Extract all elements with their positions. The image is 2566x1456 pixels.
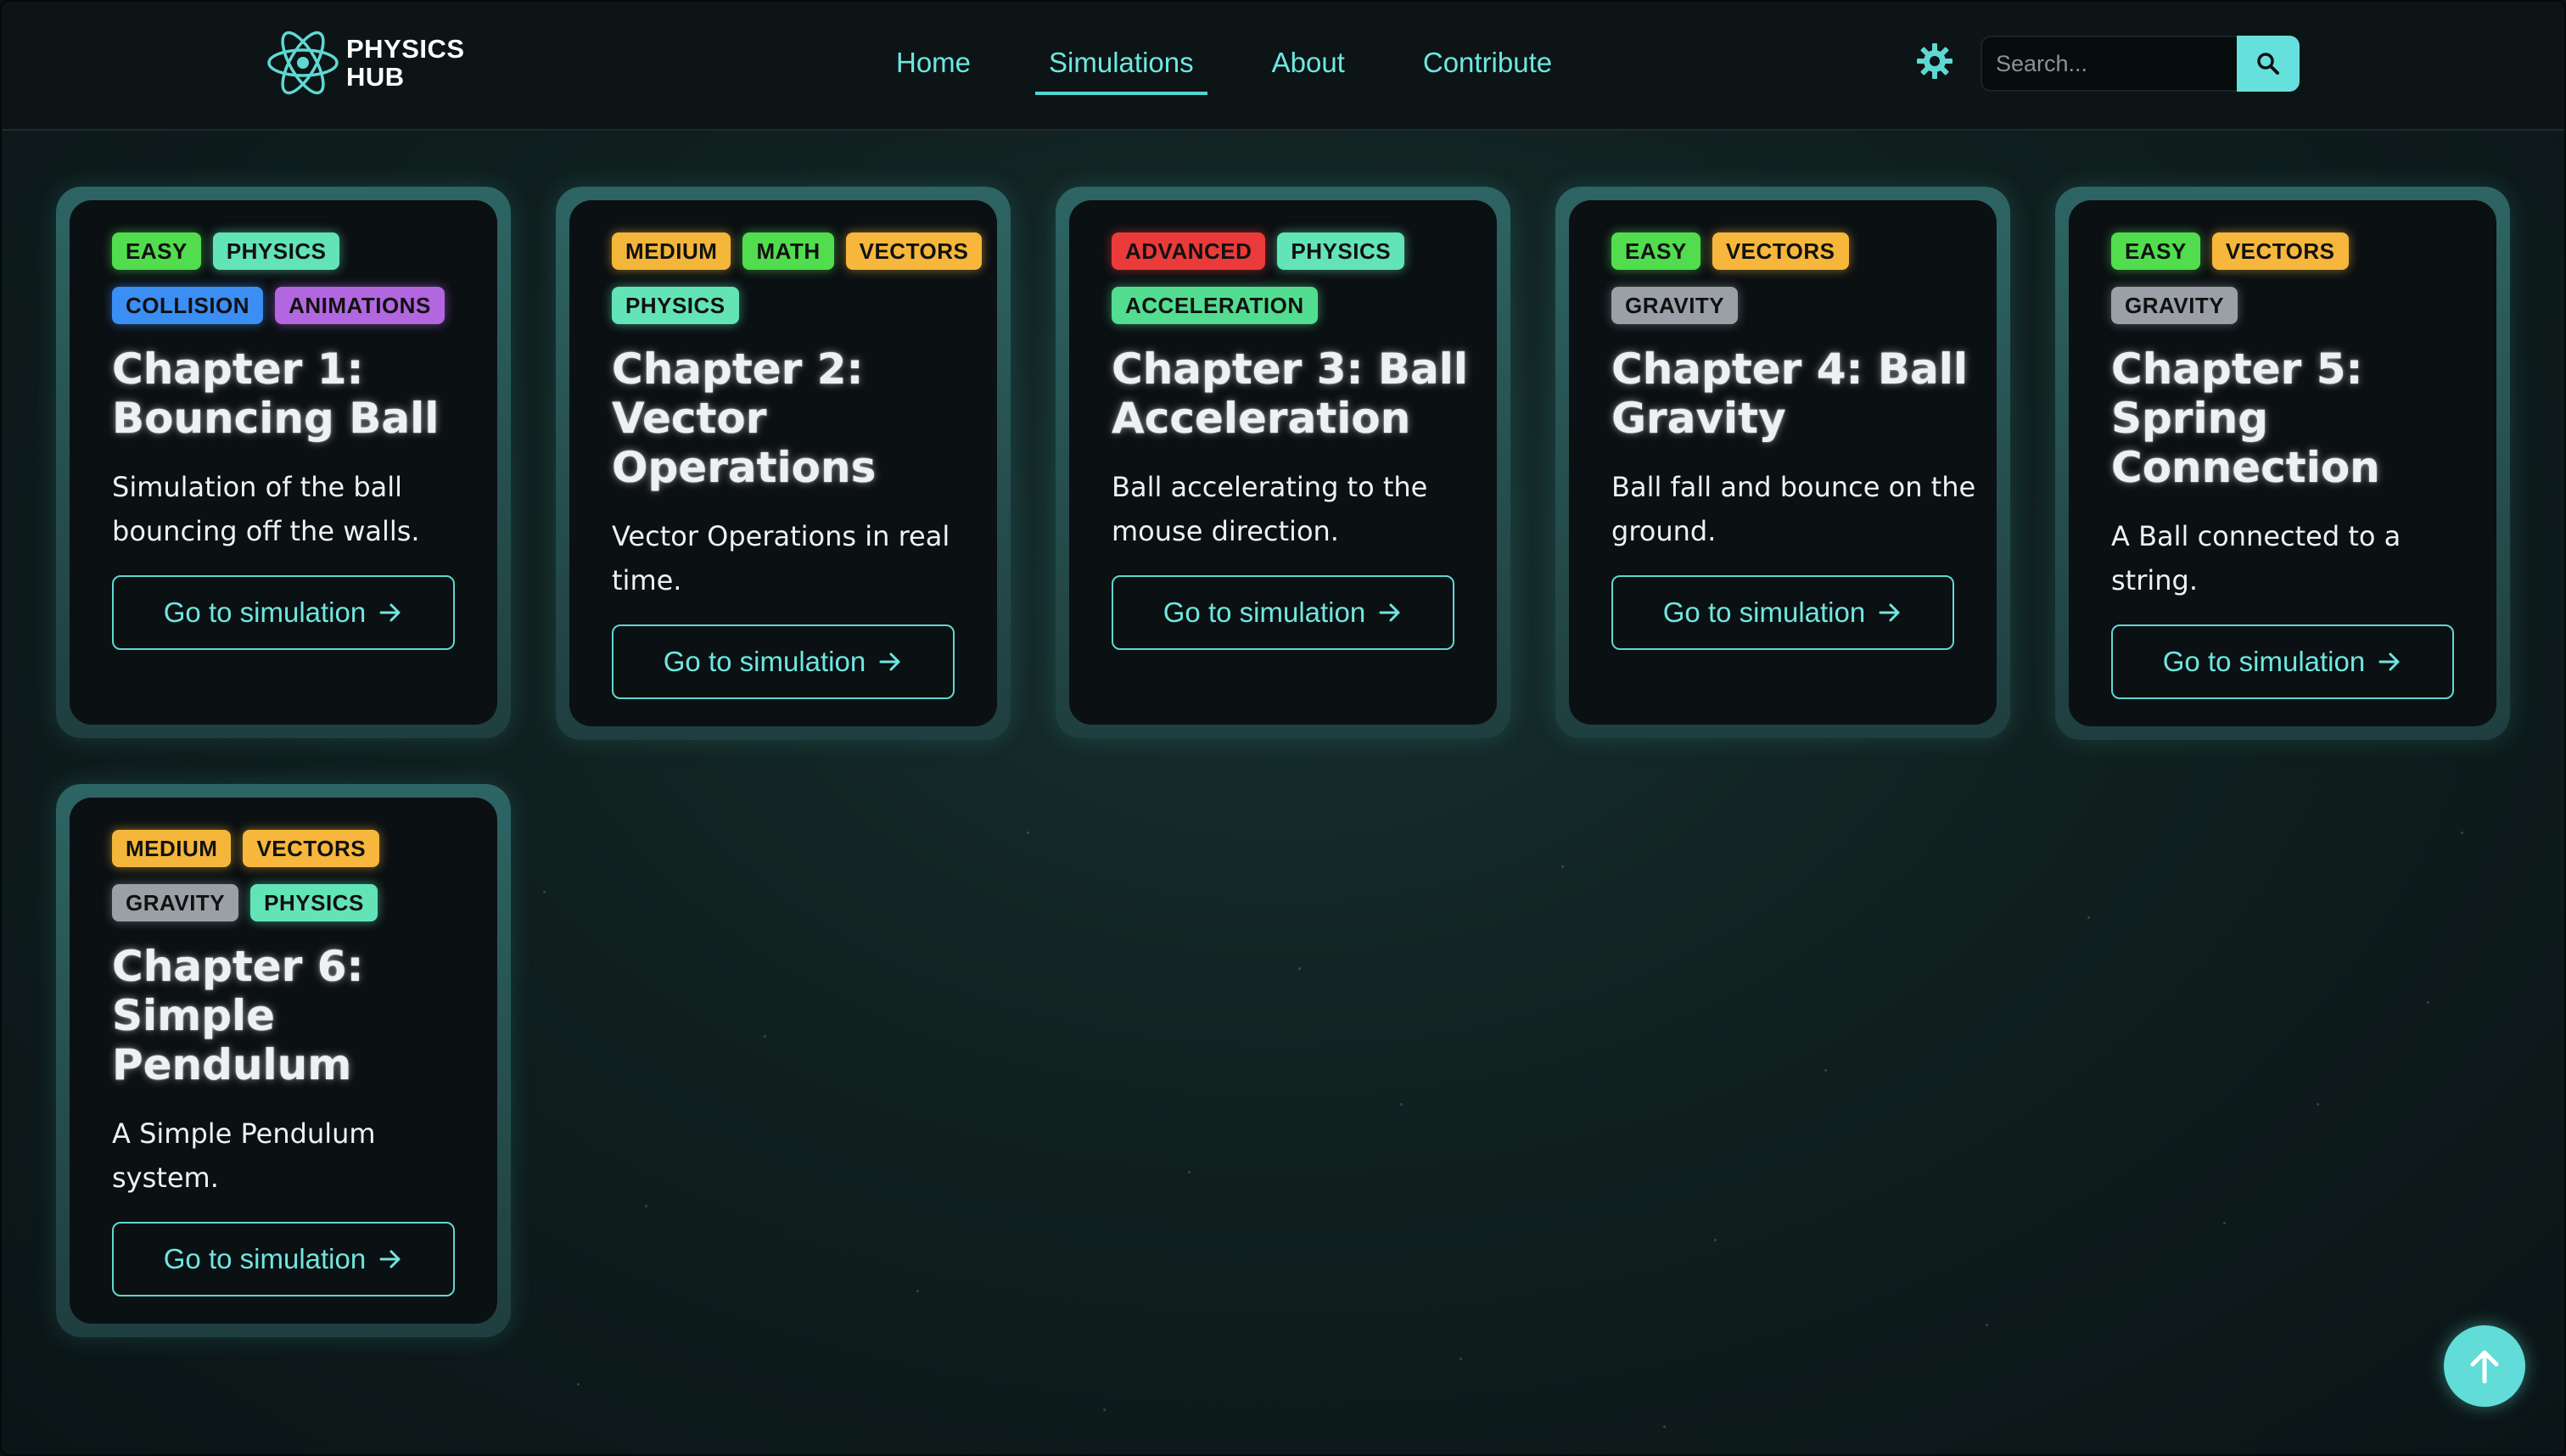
go-to-simulation-button[interactable]: Go to simulation (1611, 575, 1954, 650)
gear-icon (1917, 43, 1953, 79)
tag-badge: ACCELERATION (1112, 287, 1318, 324)
tag-list: ADVANCED PHYSICS ACCELERATION (1112, 232, 1485, 324)
button-label: Go to simulation (663, 646, 866, 677)
tag-badge: COLLISION (112, 287, 264, 324)
nav-home[interactable]: Home (882, 34, 984, 95)
tag-badge: MATH (742, 232, 834, 270)
tag-badge: PHYSICS (212, 232, 340, 270)
card-title: Chapter 5: Spring Connection (2111, 344, 2380, 492)
tag-badge: PHYSICS (612, 287, 739, 324)
button-label: Go to simulation (2162, 646, 2366, 677)
tag-badge: EASY (1611, 232, 1700, 270)
simulation-card: ADVANCED PHYSICS ACCELERATION Chapter 3:… (1056, 187, 1510, 738)
main-nav: Home Simulations About Contribute (857, 34, 1591, 98)
arrow-right-icon (2378, 652, 2400, 671)
brand-name: PHYSICS HUB (346, 35, 465, 91)
arrow-right-icon (379, 603, 401, 622)
arrow-right-icon (1879, 603, 1900, 622)
search-form (1981, 36, 2300, 92)
tag-badge: MEDIUM (612, 232, 731, 270)
scroll-to-top-button[interactable] (2444, 1325, 2525, 1407)
arrow-up-icon (2470, 1350, 2499, 1384)
go-to-simulation-button[interactable]: Go to simulation (612, 624, 955, 699)
search-input[interactable] (1981, 36, 2237, 92)
search-button[interactable] (2237, 36, 2300, 92)
tag-list: MEDIUM VECTORS GRAVITY PHYSICS (112, 830, 485, 921)
brand-line-1: PHYSICS (346, 34, 465, 64)
tag-list: EASY VECTORS GRAVITY (2111, 232, 2485, 324)
tag-badge: VECTORS (243, 830, 380, 867)
tag-badge: ADVANCED (1112, 232, 1266, 270)
tag-badge: VECTORS (1712, 232, 1849, 270)
go-to-simulation-button[interactable]: Go to simulation (1112, 575, 1454, 650)
card-title: Chapter 6: Simple Pendulum (112, 942, 364, 1089)
tag-list: EASY PHYSICS COLLISION ANIMATIONS (112, 232, 485, 324)
card-description: Simulation of the ball bouncing off the … (112, 471, 420, 547)
button-label: Go to simulation (163, 1243, 367, 1274)
simulation-card: MEDIUM MATH VECTORS PHYSICS Chapter 2: V… (556, 187, 1011, 740)
nav-simulations[interactable]: Simulations (1035, 34, 1207, 95)
go-to-simulation-button[interactable]: Go to simulation (112, 575, 455, 650)
simulation-card: MEDIUM VECTORS GRAVITY PHYSICS Chapter 6… (56, 784, 511, 1337)
card-title: Chapter 4: Ball Gravity (1611, 344, 1969, 443)
theme-toggle-button[interactable] (1914, 41, 1955, 81)
arrow-right-icon (1379, 603, 1400, 622)
nav-contribute[interactable]: Contribute (1409, 34, 1566, 95)
tag-badge: VECTORS (845, 232, 983, 270)
tag-badge: GRAVITY (112, 884, 239, 921)
tag-badge: ANIMATIONS (275, 287, 445, 324)
tag-badge: GRAVITY (2111, 287, 2238, 324)
card-description: Vector Operations in real time. (612, 520, 950, 596)
card-title: Chapter 3: Ball Acceleration (1112, 344, 1469, 443)
brand-logo[interactable]: PHYSICS HUB (265, 22, 465, 104)
search-icon (2257, 53, 2279, 75)
tag-badge: EASY (2111, 232, 2200, 270)
card-title: Chapter 2: Vector Operations (612, 344, 877, 492)
button-label: Go to simulation (1163, 596, 1366, 628)
card-title: Chapter 1: Bouncing Ball (112, 344, 440, 443)
tag-badge: GRAVITY (1611, 287, 1739, 324)
go-to-simulation-button[interactable]: Go to simulation (112, 1222, 455, 1296)
tag-list: EASY VECTORS GRAVITY (1611, 232, 1985, 324)
simulation-card: EASY VECTORS GRAVITY Chapter 4: Ball Gra… (1555, 187, 2010, 738)
tag-badge: PHYSICS (1277, 232, 1405, 270)
button-label: Go to simulation (163, 596, 367, 628)
brand-line-2: HUB (346, 62, 405, 92)
card-description: Ball accelerating to the mouse direction… (1112, 471, 1428, 547)
tag-badge: PHYSICS (250, 884, 378, 921)
tag-badge: MEDIUM (112, 830, 232, 867)
card-description: Ball fall and bounce on the ground. (1611, 471, 1976, 547)
nav-about[interactable]: About (1258, 34, 1359, 95)
tag-badge: VECTORS (2211, 232, 2349, 270)
top-navbar: PHYSICS HUB Home Simulations About Contr… (0, 0, 2566, 131)
arrow-right-icon (879, 652, 900, 671)
tag-badge: EASY (112, 232, 201, 270)
arrow-right-icon (379, 1250, 401, 1268)
simulation-card: EASY PHYSICS COLLISION ANIMATIONS Chapte… (56, 187, 511, 738)
tag-list: MEDIUM MATH VECTORS PHYSICS (612, 232, 985, 324)
simulation-card: EASY VECTORS GRAVITY Chapter 5: Spring C… (2055, 187, 2510, 740)
button-label: Go to simulation (1662, 596, 1866, 628)
atom-icon (267, 31, 339, 95)
go-to-simulation-button[interactable]: Go to simulation (2111, 624, 2454, 699)
card-description: A Ball connected to a string. (2111, 520, 2401, 596)
card-description: A Simple Pendulum system. (112, 1117, 376, 1194)
